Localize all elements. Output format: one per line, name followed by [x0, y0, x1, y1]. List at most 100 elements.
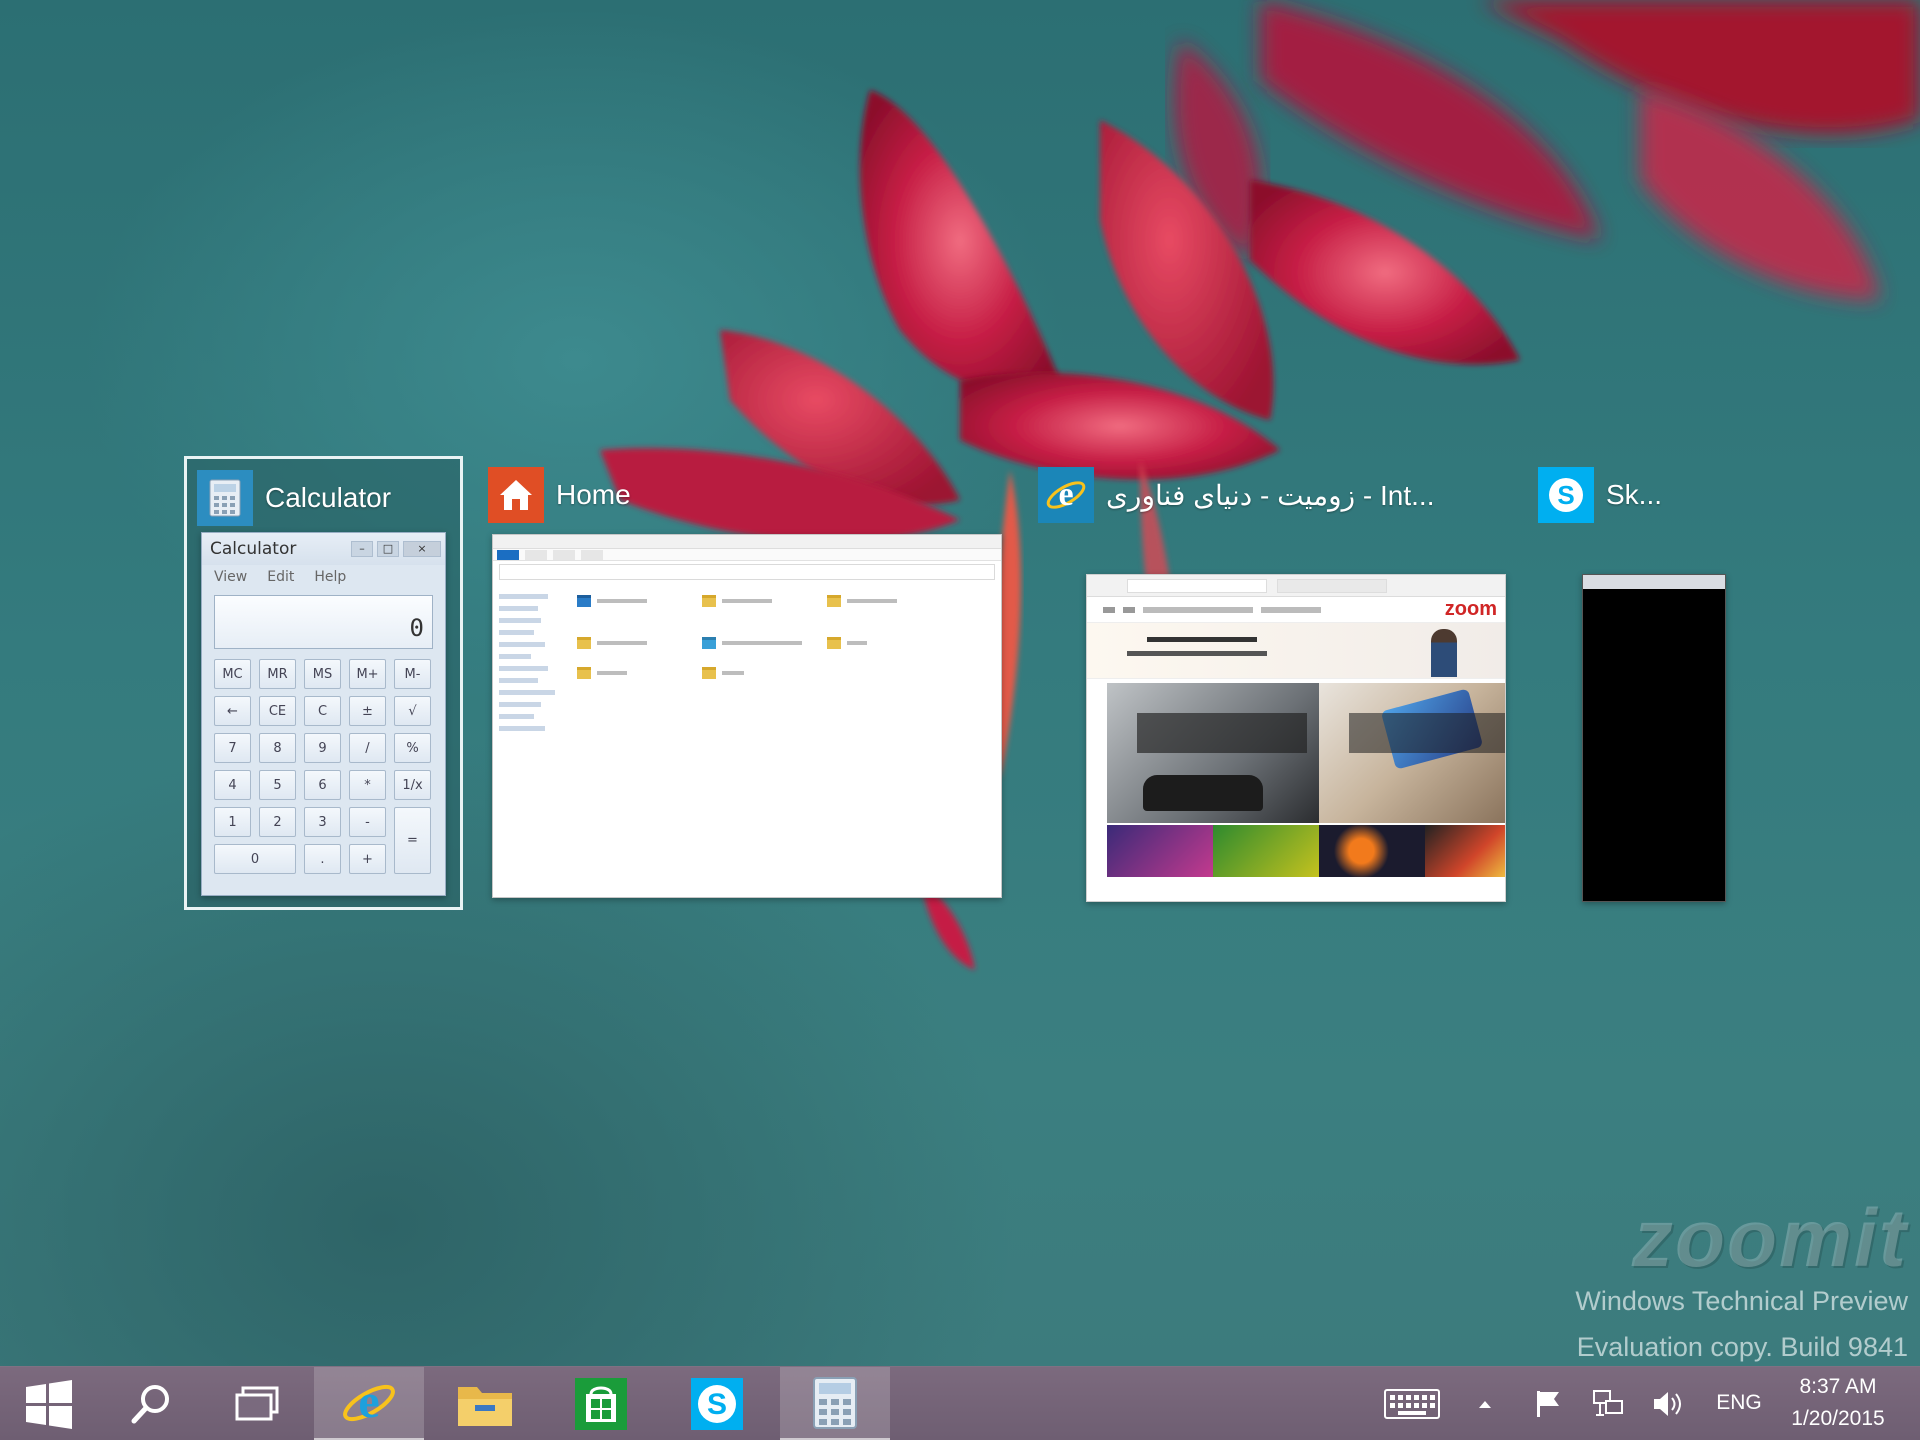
card-title: زومیت - دنیای فناوری - Int...: [1106, 479, 1435, 511]
calc-key: 2: [259, 807, 296, 837]
search-icon: [131, 1385, 169, 1424]
card-header: Home: [488, 466, 631, 524]
card-title: Calculator: [265, 482, 392, 513]
taskbar-file-explorer[interactable]: [430, 1367, 540, 1440]
volume-button[interactable]: [1648, 1367, 1688, 1440]
start-button[interactable]: [14, 1367, 84, 1440]
calc-key: 1/x: [394, 770, 431, 800]
calc-key: ←: [214, 696, 251, 726]
calculator-thumbnail[interactable]: Calculator – □ × View Edit Help 0 MC MR MS…: [201, 532, 446, 896]
ie-icon: e: [1038, 467, 1094, 523]
search-button[interactable]: [116, 1367, 186, 1440]
task-view-icon: [235, 1386, 279, 1421]
card-header: e زومیت - دنیای فناوری - Int...: [1038, 466, 1435, 524]
window-card-internet-explorer[interactable]: e زومیت - دنیای فناوری - Int... zoom: [1038, 466, 1508, 902]
calc-key: .: [304, 844, 341, 874]
calc-key: C: [304, 696, 341, 726]
svg-text:e: e: [1058, 476, 1073, 513]
calculator-icon: [813, 1376, 857, 1429]
browser-tab-strip: [1087, 575, 1505, 597]
calc-key: M+: [349, 659, 386, 689]
taskbar-internet-explorer[interactable]: e: [314, 1367, 424, 1440]
maximize-icon: □: [377, 541, 399, 557]
fx-titlebar: [493, 535, 1001, 549]
calc-display: 0: [214, 595, 433, 649]
calc-key: MS: [304, 659, 341, 689]
taskbar-skype[interactable]: S: [662, 1367, 772, 1440]
watermark-logo: zoomit: [1631, 1193, 1908, 1284]
show-hidden-icons-button[interactable]: [1470, 1367, 1500, 1440]
calc-key: 6: [304, 770, 341, 800]
store-icon: [575, 1378, 627, 1430]
calc-key: 1: [214, 807, 251, 837]
calc-key: 7: [214, 733, 251, 763]
calc-menu: View Edit Help: [202, 565, 445, 589]
folder-icon: [458, 1387, 512, 1426]
watermark-line1: Windows Technical Preview: [1575, 1286, 1908, 1316]
windows-logo-icon: [26, 1380, 72, 1429]
calc-key: 5: [259, 770, 296, 800]
calc-key-zero: 0: [214, 844, 296, 874]
minimize-icon: –: [351, 541, 373, 557]
calc-keypad: MC MR MS M+ M- ← CE C ± √ 7 8 9 / % 4 5 …: [214, 659, 433, 874]
calc-key: M-: [394, 659, 431, 689]
taskbar-store[interactable]: [546, 1367, 656, 1440]
calc-key: /: [349, 733, 386, 763]
skype-icon: S: [691, 1378, 743, 1430]
file-explorer-thumbnail[interactable]: [492, 534, 1002, 898]
chevron-up-icon: [1479, 1401, 1491, 1408]
taskbar: e S ENG 8:37 AM 1/20/2015: [0, 1366, 1920, 1440]
card-title: Home: [556, 479, 631, 510]
skype-thumbnail[interactable]: [1582, 574, 1726, 902]
watermark-line2: Evaluation copy. Build 9841: [1576, 1332, 1908, 1362]
calc-key: MC: [214, 659, 251, 689]
input-language-button[interactable]: ENG: [1712, 1391, 1766, 1415]
skype-icon: S: [1538, 467, 1594, 523]
svg-text:e: e: [358, 1375, 379, 1428]
site-banner: [1087, 623, 1505, 679]
calc-menu-edit: Edit: [267, 569, 295, 585]
speaker-icon: [1654, 1392, 1681, 1416]
calc-key: -: [349, 807, 386, 837]
fx-nav-pane: [499, 587, 569, 738]
clock-time[interactable]: 8:37 AM: [1780, 1375, 1896, 1399]
calculator-icon: [197, 470, 253, 526]
calc-key-equals: =: [394, 807, 431, 874]
task-view-button[interactable]: [222, 1367, 292, 1440]
calc-key: 8: [259, 733, 296, 763]
calc-key: √: [394, 696, 431, 726]
browser-nav-bar: zoom: [1087, 597, 1505, 623]
touch-keyboard-button[interactable]: [1380, 1367, 1444, 1440]
window-card-home[interactable]: Home: [488, 466, 1002, 898]
flag-icon: [1537, 1391, 1559, 1417]
svg-text:S: S: [707, 1388, 727, 1421]
network-icon: [1593, 1390, 1623, 1416]
ie-icon: e: [343, 1375, 395, 1428]
calc-key: ±: [349, 696, 386, 726]
browser-thumbnail[interactable]: zoom: [1086, 574, 1506, 902]
fx-ribbon: [493, 549, 1001, 561]
calc-window-title: Calculator: [210, 539, 297, 559]
calc-titlebar: Calculator – □ ×: [202, 533, 445, 565]
calc-key: 9: [304, 733, 341, 763]
card-title: Sk...: [1606, 479, 1663, 510]
calc-key: CE: [259, 696, 296, 726]
calc-key: *: [349, 770, 386, 800]
calc-menu-help: Help: [314, 569, 347, 585]
window-card-skype[interactable]: S Sk...: [1538, 466, 1748, 902]
calc-menu-view: View: [214, 569, 248, 585]
calc-key: MR: [259, 659, 296, 689]
network-button[interactable]: [1588, 1367, 1628, 1440]
calc-key: 4: [214, 770, 251, 800]
taskbar-calculator[interactable]: [780, 1367, 890, 1440]
calc-key: %: [394, 733, 431, 763]
site-tiles: [1087, 679, 1505, 901]
browser-site-brand: zoom: [1444, 598, 1497, 620]
card-header: Calculator: [197, 469, 391, 527]
fx-address-bar: [499, 564, 995, 580]
card-header: S Sk...: [1538, 466, 1662, 524]
clock-date[interactable]: 1/20/2015: [1780, 1407, 1896, 1431]
window-card-calculator[interactable]: Calculator Calculator – □ × View Edit Help…: [184, 456, 463, 910]
action-center-button[interactable]: [1528, 1367, 1568, 1440]
svg-text:S: S: [1557, 480, 1574, 510]
